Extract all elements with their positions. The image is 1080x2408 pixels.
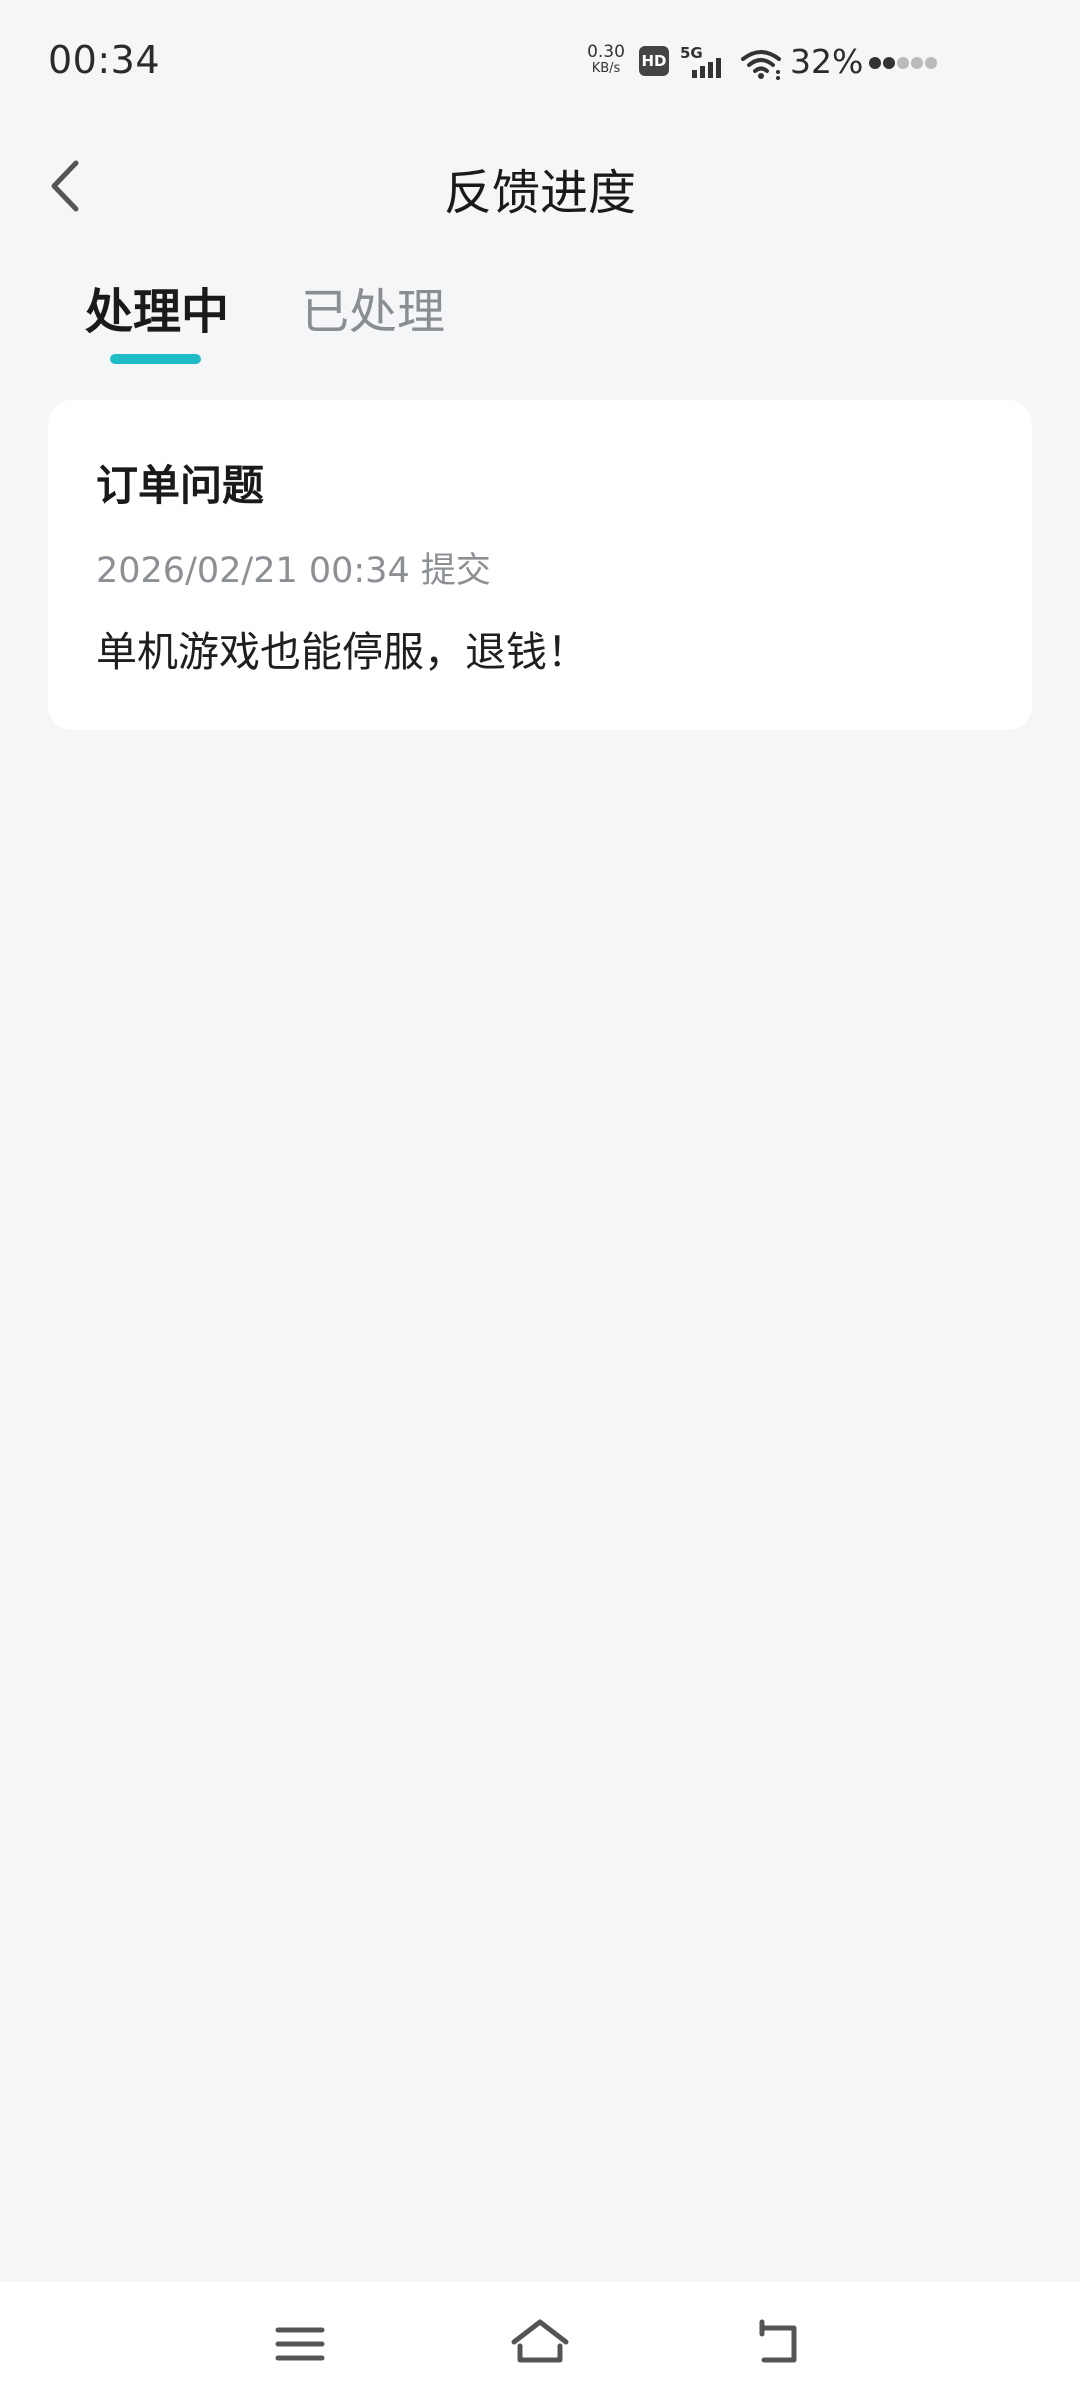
feedback-card[interactable]: 订单问题 2026/02/21 00:34 提交 单机游戏也能停服，退钱！ xyxy=(48,400,1032,730)
battery-percentage: 32% xyxy=(790,42,864,81)
menu-icon[interactable] xyxy=(268,2312,332,2376)
status-time: 00:34 xyxy=(48,38,161,82)
network-speed-value: 0.30 xyxy=(587,42,625,62)
tab-bar: 处理中 已处理 xyxy=(0,260,1080,370)
hd-icon: HD xyxy=(639,46,669,76)
tab-processing[interactable]: 处理中 xyxy=(85,272,229,342)
home-icon[interactable] xyxy=(508,2312,572,2376)
network-speed-unit: KB/s xyxy=(591,61,621,76)
battery-dots-icon xyxy=(869,57,937,69)
page-title: 反馈进度 xyxy=(443,165,636,221)
header: 反馈进度 xyxy=(0,125,1080,245)
system-nav-bar xyxy=(0,2282,1080,2408)
network-speed: 0.30 KB/s xyxy=(584,42,628,76)
tab-active-indicator xyxy=(110,354,201,364)
tab-processed[interactable]: 已处理 xyxy=(301,272,445,342)
feedback-content: 单机游戏也能停服，退钱！ xyxy=(96,628,588,676)
network-type-label: 5G xyxy=(680,44,703,62)
feedback-submitted-time: 2026/02/21 00:34 提交 xyxy=(96,551,491,591)
feedback-category: 订单问题 xyxy=(96,461,265,510)
status-bar: 00:34 0.30 KB/s HD 5G 32% xyxy=(0,0,1080,125)
signal-5g-icon: 5G xyxy=(680,44,721,78)
wifi-icon xyxy=(741,50,781,80)
back-icon[interactable] xyxy=(748,2312,812,2376)
